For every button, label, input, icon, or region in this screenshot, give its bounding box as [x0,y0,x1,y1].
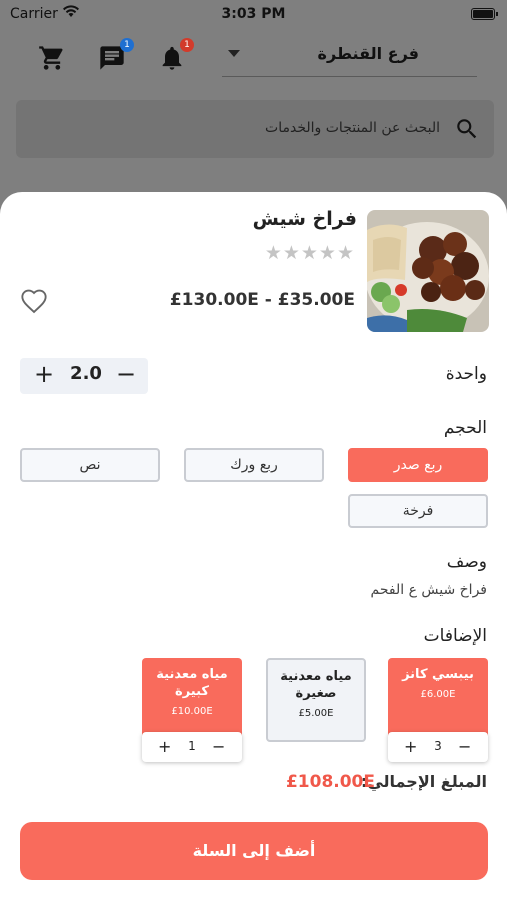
product-sheet: فراخ شيش ★★★★★ £130.00E - £35.00E واحدة … [0,192,507,900]
addon-stepper-pepsi: + 3 − [388,732,488,762]
heart-icon[interactable] [20,288,48,316]
search-bar[interactable]: البحث عن المنتجات والخدمات [16,100,494,158]
addon-pepsi-can[interactable]: بيبسي كانز £6.00E [388,658,488,742]
addon-name: مياه معدنية كبيرة [156,667,228,699]
description-title: وصف [446,552,487,572]
clock: 3:03 PM [221,6,286,22]
size-section-title: الحجم [443,418,487,438]
decrease-button[interactable]: − [116,360,136,388]
description-text: فراخ شيش ع الفحم [370,582,487,598]
product-title: فراخ شيش [252,208,357,230]
size-option-quarter-leg[interactable]: ربع ورك [184,448,324,482]
addon-price: £10.00E [171,706,213,717]
addon-increase-button[interactable]: + [404,737,417,756]
messages-badge: 1 [120,38,134,52]
top-bar: 1 1 فرع القنطرة [0,36,507,84]
notifications-badge: 1 [180,38,194,52]
status-bar: Carrier 3:03 PM [0,0,507,28]
search-icon [454,116,480,146]
product-image [367,210,489,332]
unit-label: واحدة [445,364,487,384]
addon-decrease-button[interactable]: − [458,737,471,756]
add-to-cart-button[interactable]: أضف إلى السلة [20,822,488,880]
chat-icon [98,46,126,76]
addon-quantity: 1 [188,739,196,753]
search-placeholder: البحث عن المنتجات والخدمات [265,120,440,136]
addons-title: الإضافات [423,626,487,646]
messages-button[interactable]: 1 [98,38,134,76]
addon-name: بيبسي كانز [402,667,474,682]
rating-stars: ★★★★★ [264,242,355,264]
addon-name: مياه معدنية صغيرة [280,669,352,701]
battery-icon [471,8,498,20]
addon-stepper-large-water: + 1 − [142,732,242,762]
addon-large-water[interactable]: مياه معدنية كبيرة £10.00E [142,658,242,742]
quantity-value: 2.0 [70,363,102,384]
branch-selector[interactable]: فرع القنطرة [318,44,419,63]
addon-small-water[interactable]: مياه معدنية صغيرة £5.00E [266,658,366,742]
addon-price: £5.00E [298,708,334,719]
branch-underline [222,76,477,77]
bell-icon [158,46,186,76]
total-label: المبلغ الإجمالي: [360,772,487,791]
addon-price: £6.00E [420,689,456,700]
notifications-button[interactable]: 1 [158,38,194,76]
addon-increase-button[interactable]: + [158,737,171,756]
total-value: £108.00E [285,772,375,792]
size-option-quarter-breast[interactable]: ربع صدر [348,448,488,482]
size-option-whole[interactable]: فرخة [348,494,488,528]
addon-quantity: 3 [434,739,442,753]
addon-decrease-button[interactable]: − [212,737,225,756]
size-option-half[interactable]: نص [20,448,160,482]
price-range: £130.00E - £35.00E [169,290,355,310]
cart-icon[interactable] [38,44,70,76]
chevron-down-icon[interactable] [228,50,240,57]
quantity-stepper: + 2.0 − [20,358,148,394]
increase-button[interactable]: + [34,360,54,388]
